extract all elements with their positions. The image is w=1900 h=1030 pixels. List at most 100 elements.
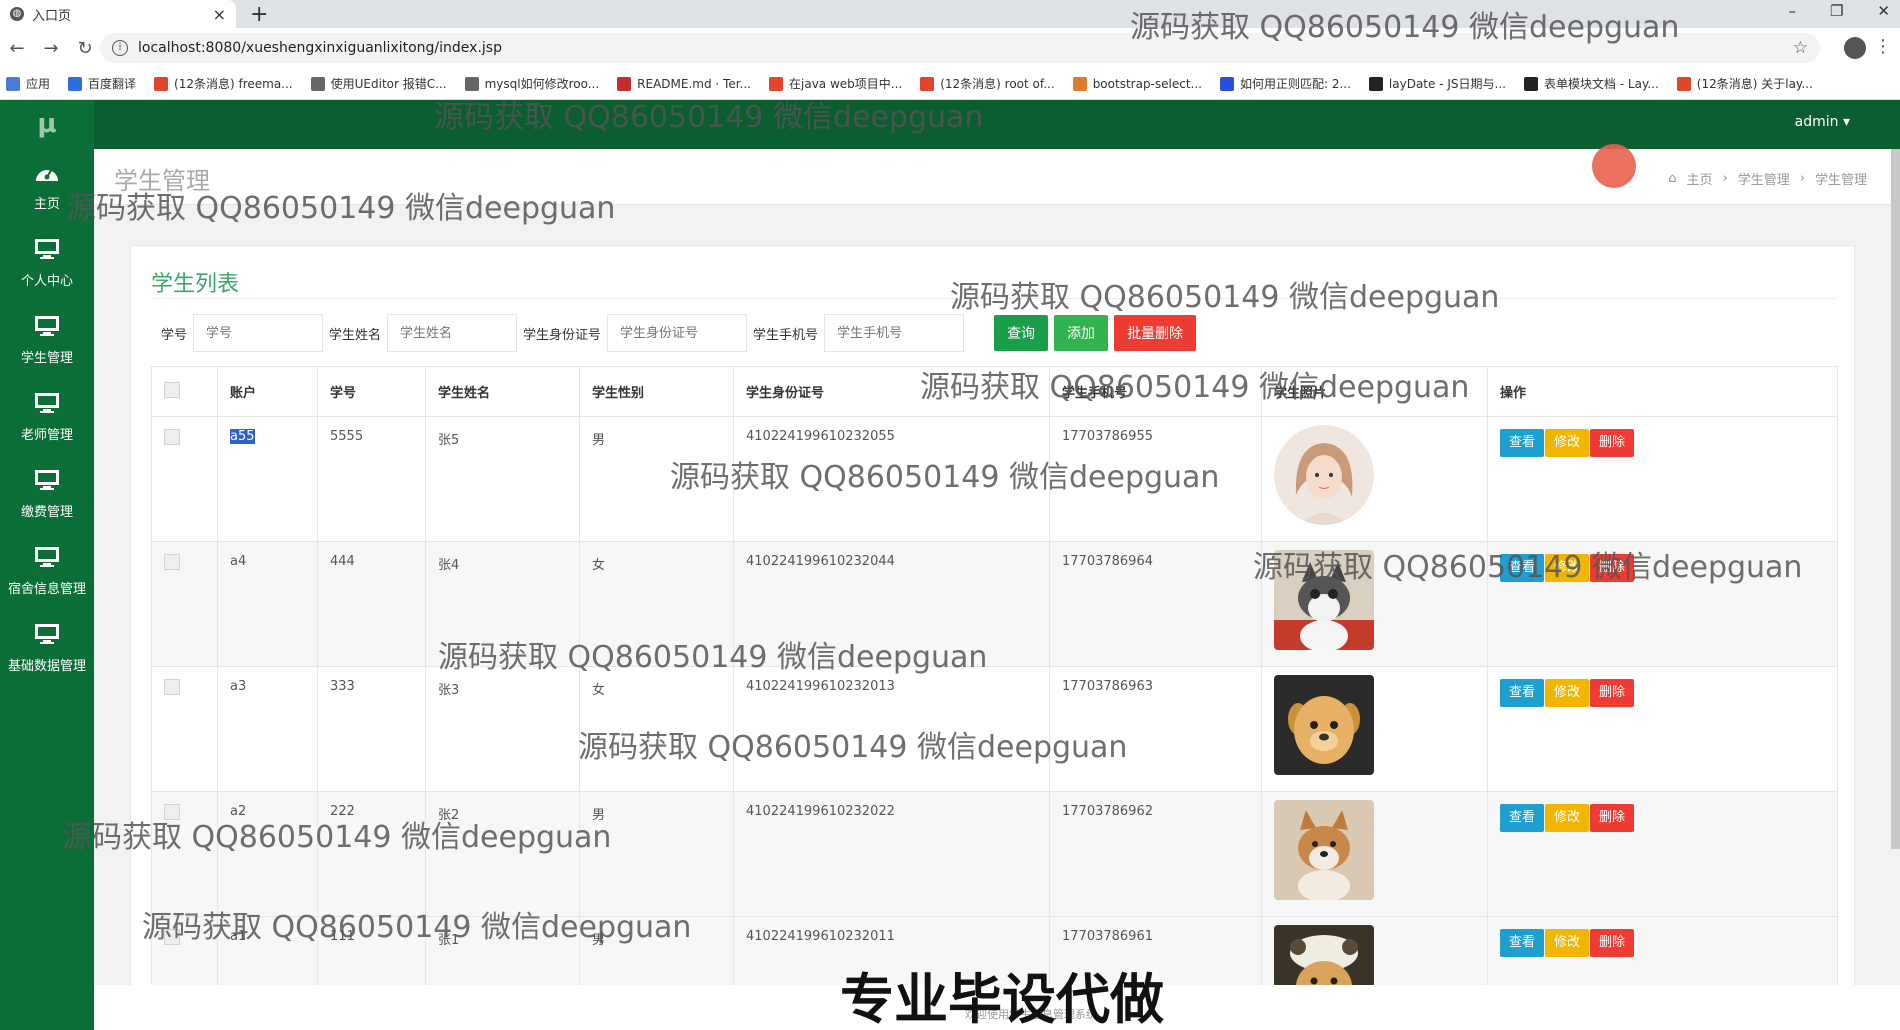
browser-tab[interactable]: ◍ 入口页 × <box>0 0 236 28</box>
mouse-cursor-highlight <box>1592 144 1636 188</box>
sidebar-item[interactable]: 学生管理 <box>0 302 94 379</box>
phone-input[interactable] <box>824 314 965 352</box>
view-button[interactable]: 查看 <box>1500 429 1545 457</box>
breadcrumb-home[interactable]: 主页 <box>1687 169 1713 188</box>
restore-icon[interactable]: ❐ <box>1830 2 1843 20</box>
batch-delete-button[interactable]: 批量删除 <box>1114 315 1197 351</box>
edit-button[interactable]: 修改 <box>1545 679 1590 707</box>
bookmark-item[interactable]: (12条消息) freema... <box>154 75 293 92</box>
bookmark-item[interactable]: (12条消息) root of... <box>920 75 1055 92</box>
cell-phone-text: 17703786963 <box>1062 679 1153 694</box>
view-button[interactable]: 查看 <box>1500 554 1545 582</box>
bookmark-label: (12条消息) freema... <box>174 77 293 91</box>
query-button[interactable]: 查询 <box>994 315 1049 351</box>
bookmark-label: (12条消息) 关于lay... <box>1696 77 1813 91</box>
sidebar-item[interactable]: 个人中心 <box>0 225 94 302</box>
delete-button[interactable]: 删除 <box>1590 804 1635 832</box>
cell-photo <box>1261 791 1488 917</box>
cell-id-card-text: 410224199610232011 <box>746 929 895 944</box>
edit-button[interactable]: 修改 <box>1545 429 1590 457</box>
cell-name-text: 张5 <box>438 433 460 448</box>
row-checkbox[interactable] <box>164 929 180 945</box>
bookmark-star-icon[interactable]: ☆ <box>1793 38 1808 58</box>
profile-icon[interactable] <box>1844 37 1866 59</box>
cell-account-text: a2 <box>230 804 247 819</box>
sidebar-item-label: 学生管理 <box>20 351 73 366</box>
sidebar-item[interactable]: 缴费管理 <box>0 456 94 533</box>
close-tab-icon[interactable]: × <box>213 5 226 24</box>
cell-phone-text: 17703786962 <box>1062 804 1153 819</box>
close-window-icon[interactable]: ✕ <box>1877 2 1890 20</box>
student-name-input[interactable] <box>387 314 518 352</box>
user-menu[interactable]: admin ▾ <box>1795 114 1850 130</box>
view-button[interactable]: 查看 <box>1500 679 1545 707</box>
row-checkbox[interactable] <box>164 679 180 695</box>
cell-gender: 女 <box>579 541 734 667</box>
dashboard-icon <box>34 161 60 187</box>
cell-gender-text: 女 <box>592 683 606 698</box>
cell-phone: 17703786963 <box>1049 666 1262 792</box>
cell-name: 张2 <box>425 791 580 917</box>
id-card-input[interactable] <box>607 314 748 352</box>
view-button[interactable]: 查看 <box>1500 804 1545 832</box>
edit-button[interactable]: 修改 <box>1545 929 1590 957</box>
student-no-input[interactable] <box>193 314 324 352</box>
bookmark-item[interactable]: (12条消息) 关于lay... <box>1676 75 1813 92</box>
info-icon[interactable]: i <box>112 40 128 56</box>
bookmark-item[interactable]: 应用 <box>6 75 50 92</box>
edit-button[interactable]: 修改 <box>1545 554 1590 582</box>
bookmark-item[interactable]: 使用UEditor 报错C... <box>310 75 447 92</box>
cell-gender: 男 <box>579 791 734 917</box>
view-button[interactable]: 查看 <box>1500 929 1545 957</box>
row-select-cell <box>151 791 218 917</box>
bookmark-item[interactable]: 在java web项目中... <box>769 75 902 92</box>
bookmark-label: 在java web项目中... <box>789 77 903 91</box>
edit-button[interactable]: 修改 <box>1545 804 1590 832</box>
panel-title: 学生列表 <box>151 272 240 297</box>
delete-button[interactable]: 删除 <box>1590 929 1635 957</box>
monitor-icon <box>34 238 60 264</box>
back-icon[interactable]: ← <box>0 38 34 59</box>
sidebar-item[interactable]: 主页 <box>0 148 94 225</box>
new-tab-icon[interactable]: + <box>250 2 268 27</box>
student-photo <box>1274 675 1374 779</box>
table-row: a4 444 张4 女 410224199610232044 17703786964 查看修… <box>151 541 1838 667</box>
bookmark-item[interactable]: bootstrap-select... <box>1072 76 1202 91</box>
bookmark-item[interactable]: 表单模块文档 - Lay... <box>1523 75 1659 92</box>
row-checkbox[interactable] <box>164 804 180 820</box>
table-row: a3 333 张3 女 410224199610232013 17703786963 查看修… <box>151 666 1838 792</box>
row-checkbox[interactable] <box>164 554 180 570</box>
divider <box>151 298 1836 299</box>
top-navbar: admin ▾ <box>94 100 1900 149</box>
delete-button[interactable]: 删除 <box>1590 429 1635 457</box>
cell-phone-text: 17703786964 <box>1062 554 1153 569</box>
cell-gender: 男 <box>579 416 734 542</box>
reload-icon[interactable]: ↻ <box>68 38 102 59</box>
minimize-icon[interactable]: – <box>1788 2 1796 20</box>
page-scrollbar[interactable] <box>1891 149 1900 849</box>
sidebar-item[interactable]: 宿舍信息管理 <box>0 533 94 610</box>
cell-student-no-text: 111 <box>330 929 355 944</box>
sidebar: μ 主页 个人中心 学生管理 老师管理 缴费管理 宿舍信息管理 基础数据管理 <box>0 100 94 1030</box>
forward-icon[interactable]: → <box>34 38 68 59</box>
bookmark-icon <box>68 76 83 91</box>
add-button[interactable]: 添加 <box>1054 315 1109 351</box>
row-checkbox[interactable] <box>164 429 180 445</box>
bookmark-item[interactable]: 如何用正则匹配: 2... <box>1219 75 1351 92</box>
bookmark-item[interactable]: mysql如何修改roo... <box>464 75 599 92</box>
delete-button[interactable]: 删除 <box>1590 554 1635 582</box>
browser-menu-icon[interactable]: ⋮ <box>1874 36 1892 57</box>
breadcrumb-section[interactable]: 学生管理 <box>1738 169 1790 188</box>
cell-student-no-text: 222 <box>330 804 355 819</box>
sidebar-item[interactable]: 基础数据管理 <box>0 610 94 687</box>
select-all-checkbox[interactable] <box>164 381 180 398</box>
delete-button[interactable]: 删除 <box>1590 679 1635 707</box>
url-field[interactable]: i localhost:8080/xueshengxinxiguanlixito… <box>100 33 1820 63</box>
bookmark-label: bootstrap-select... <box>1092 76 1202 91</box>
bookmark-item[interactable]: 百度翻译 <box>68 75 136 92</box>
bookmark-item[interactable]: layDate - JS日期与... <box>1368 75 1506 92</box>
sidebar-item[interactable]: 老师管理 <box>0 379 94 456</box>
cell-actions: 查看 修改 删除 <box>1487 541 1838 667</box>
home-icon: ⌂ <box>1668 171 1677 186</box>
bookmark-item[interactable]: README.md · Ter... <box>617 76 751 91</box>
